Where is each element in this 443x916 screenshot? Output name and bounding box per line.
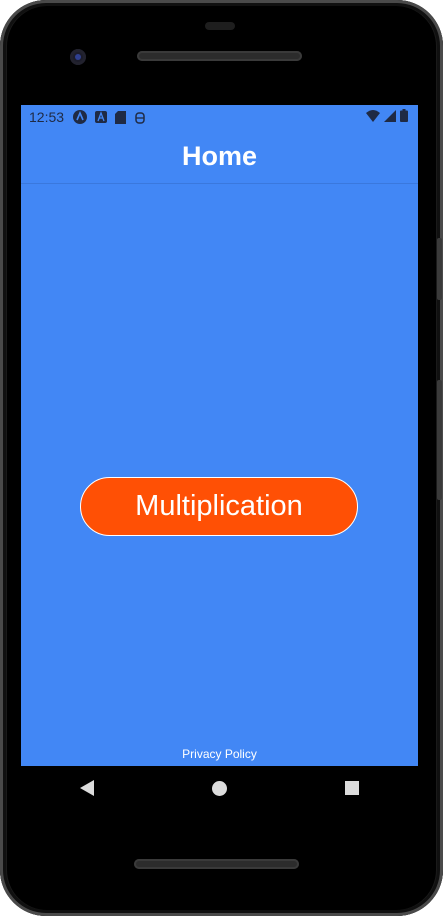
cell-signal-icon: [384, 109, 396, 122]
status-time: 12:53: [29, 109, 65, 125]
navigation-bar: [21, 766, 418, 810]
earpiece-sensor: [205, 22, 235, 30]
notification-icons: [73, 110, 146, 124]
battery-icon: [400, 109, 408, 122]
back-icon: [80, 780, 95, 796]
phone-frame: 12:53 Home Multiplication Privacy Policy: [0, 0, 443, 916]
recents-icon: [344, 781, 359, 795]
sd-card-icon: [115, 110, 126, 124]
screen: 12:53 Home Multiplication Privacy Policy: [21, 105, 418, 766]
home-icon: [211, 780, 227, 796]
react-icon: [73, 110, 87, 124]
a-app-icon: [95, 111, 107, 123]
front-camera: [70, 49, 86, 65]
status-bar: 12:53: [21, 105, 418, 129]
system-icons: [366, 109, 408, 122]
nav-recents-button[interactable]: [332, 768, 372, 808]
bottom-speaker-grille: [134, 859, 299, 869]
volume-button: [437, 380, 442, 500]
app-header: Home: [21, 129, 418, 184]
nav-home-button[interactable]: [199, 768, 239, 808]
privacy-policy-link[interactable]: Privacy Policy: [21, 747, 418, 761]
power-button: [437, 238, 442, 300]
debug-icon: [135, 111, 145, 124]
top-speaker-grille: [137, 51, 302, 61]
nav-back-button[interactable]: [67, 768, 107, 808]
page-title: Home: [181, 140, 257, 171]
wifi-icon: [366, 109, 380, 122]
multiplication-button[interactable]: Multiplication: [80, 477, 358, 536]
